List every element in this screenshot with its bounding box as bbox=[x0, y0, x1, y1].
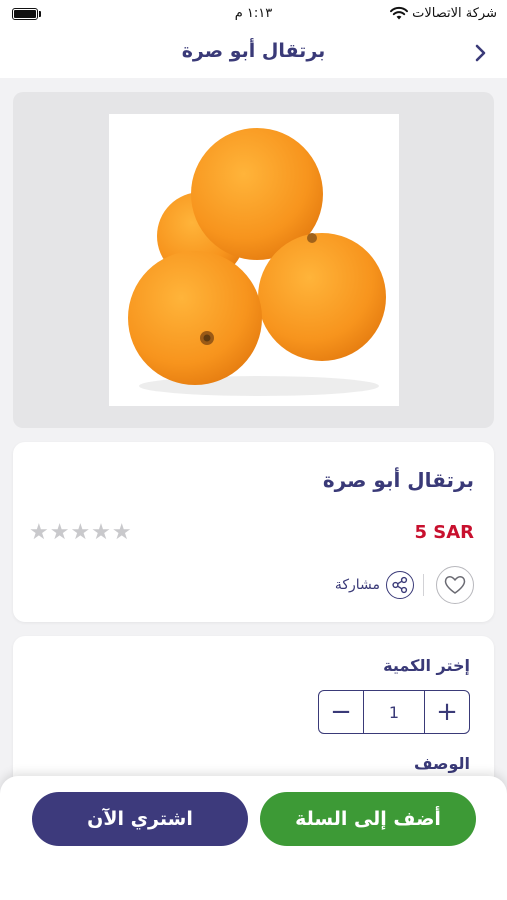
status-time: ١:١٣ م bbox=[234, 6, 273, 21]
battery-icon bbox=[12, 8, 38, 20]
nav-bar: برتقال أبو صرة bbox=[0, 28, 507, 78]
product-image-card bbox=[13, 92, 494, 428]
chevron-left-icon[interactable] bbox=[469, 40, 493, 66]
decrease-quantity-button[interactable]: − bbox=[319, 691, 363, 732]
bottom-action-bar: أضف إلى السلة اشتري الآن bbox=[0, 776, 507, 900]
buy-now-button[interactable]: اشتري الآن bbox=[32, 792, 248, 846]
action-divider bbox=[423, 574, 424, 596]
description-title: الوصف bbox=[413, 754, 470, 773]
product-price: 5 SAR bbox=[414, 522, 474, 543]
battery-tip bbox=[39, 11, 41, 17]
share-button[interactable]: مشاركة bbox=[335, 568, 414, 602]
product-image[interactable] bbox=[109, 114, 399, 406]
rating-stars: ★★★★★ bbox=[29, 520, 133, 545]
product-info-card: برتقال أبو صرة 5 SAR ★★★★★ مشاركة bbox=[13, 442, 494, 622]
quantity-stepper: − 1 + bbox=[318, 690, 470, 734]
share-icon bbox=[386, 571, 414, 599]
increase-quantity-button[interactable]: + bbox=[425, 691, 469, 732]
status-bar: شركة الاتصالات ١:١٣ م bbox=[0, 0, 507, 28]
heart-icon[interactable] bbox=[436, 566, 474, 604]
quantity-value[interactable]: 1 bbox=[363, 691, 425, 733]
quantity-title: إختر الكمية bbox=[383, 656, 470, 675]
product-name: برتقال أبو صرة bbox=[322, 468, 474, 492]
add-to-cart-button[interactable]: أضف إلى السلة bbox=[260, 792, 476, 846]
share-label: مشاركة bbox=[334, 577, 380, 593]
page-title: برتقال أبو صرة bbox=[181, 40, 326, 62]
